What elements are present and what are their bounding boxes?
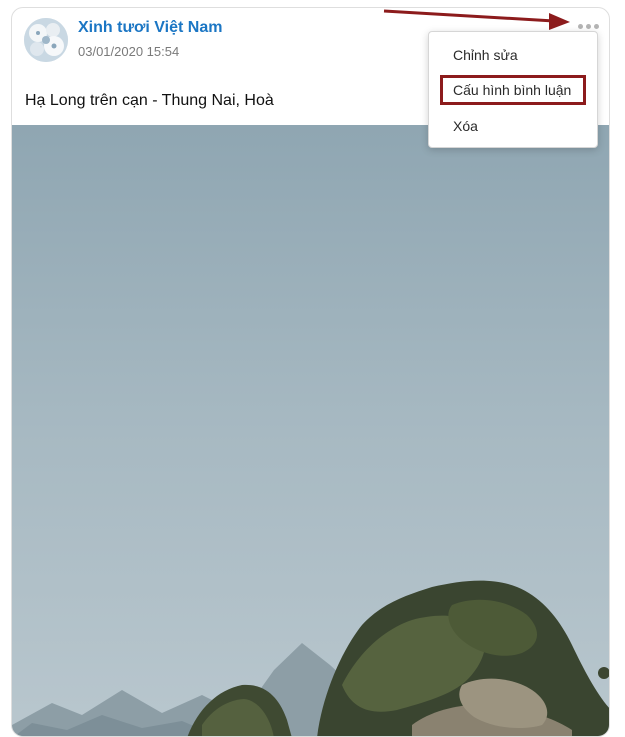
- post-photo[interactable]: [12, 125, 609, 736]
- dot-icon: [577, 23, 583, 29]
- post-options-menu: Chỉnh sửa Cấu hình bình luận Xóa: [428, 31, 598, 148]
- page-name-link[interactable]: Xinh tươi Việt Nam: [78, 19, 222, 37]
- menu-item-edit[interactable]: Chỉnh sửa: [453, 47, 518, 63]
- menu-item-delete[interactable]: Xóa: [453, 118, 478, 134]
- avatar[interactable]: [24, 18, 68, 62]
- dot-icon: [593, 23, 599, 29]
- dot-icon: [585, 23, 591, 29]
- post-caption: Hạ Long trên cạn - Thung Nai, Hoà: [25, 92, 274, 109]
- menu-item-comment-settings[interactable]: Cấu hình bình luận: [453, 82, 571, 98]
- post-timestamp[interactable]: 03/01/2020 15:54: [78, 44, 179, 59]
